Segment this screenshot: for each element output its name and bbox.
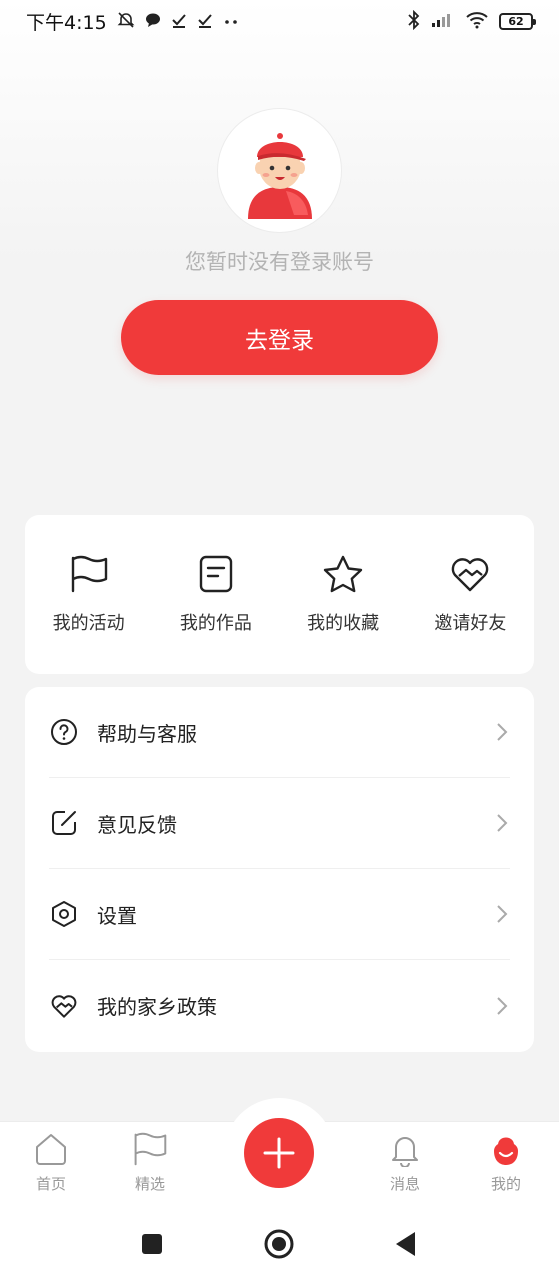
avatar[interactable]: [217, 108, 342, 233]
tab-label: 精选: [134, 1175, 165, 1193]
tab-home[interactable]: 首页: [11, 1131, 91, 1194]
chevron-right-icon: [497, 996, 508, 1015]
menu-label: 帮助与客服: [97, 721, 197, 746]
tab-label: 首页: [35, 1175, 66, 1193]
heart-handshake-icon: [449, 553, 491, 595]
status-time: 下午4:15: [26, 11, 107, 34]
plus-icon: [263, 1137, 295, 1169]
menu-label: 意见反馈: [97, 812, 177, 837]
tab-messages[interactable]: 消息: [365, 1131, 445, 1194]
check-icon: [197, 12, 213, 31]
chevron-right-icon: [497, 723, 508, 741]
more-dots-icon: [223, 13, 239, 29]
chevron-right-icon: [497, 814, 508, 832]
flag-icon: [134, 1132, 167, 1166]
help-circle-icon: [49, 717, 79, 747]
tab-label: 我的: [490, 1175, 521, 1193]
invite-friends-button[interactable]: 邀请好友: [407, 515, 534, 674]
back-button[interactable]: [390, 1228, 422, 1260]
login-hint-text: 您暂时没有登录账号: [185, 250, 374, 274]
bluetooth-icon: [407, 9, 421, 33]
create-button[interactable]: [244, 1118, 314, 1188]
bell-icon: [392, 1137, 418, 1167]
menu-item-feedback[interactable]: 意见反馈: [49, 778, 510, 869]
status-left: 下午4:15: [26, 8, 239, 35]
status-bar: 下午4:15 62: [0, 0, 559, 42]
my-works-button[interactable]: 我的作品: [152, 515, 279, 674]
recents-button[interactable]: [136, 1228, 168, 1260]
profile-icon: [494, 1137, 518, 1165]
login-button[interactable]: 去登录: [121, 300, 438, 375]
tab-mine[interactable]: 我的: [466, 1131, 546, 1194]
battery-level: 62: [508, 14, 524, 28]
settings-hexagon-icon: [49, 899, 79, 929]
chevron-right-icon: [497, 905, 508, 923]
wifi-icon: [465, 11, 489, 32]
menu-card: 帮助与客服 意见反馈 设置 我的家乡政策: [25, 687, 534, 1052]
action-label: 我的活动: [52, 613, 125, 634]
back-triangle-icon: [396, 1232, 415, 1256]
menu-item-help[interactable]: 帮助与客服: [49, 687, 510, 778]
tab-featured[interactable]: 精选: [110, 1131, 190, 1194]
document-icon: [195, 553, 237, 595]
star-icon: [322, 553, 364, 595]
home-icon: [36, 1134, 66, 1165]
battery-icon: 62: [499, 12, 536, 30]
user-avatar-icon: [247, 132, 312, 219]
action-label: 邀请好友: [434, 613, 507, 634]
signal-icon: [431, 12, 455, 31]
menu-item-settings[interactable]: 设置: [49, 869, 510, 960]
heart-handshake-icon: [49, 991, 79, 1021]
status-right: 62: [407, 9, 536, 33]
menu-item-hometown-policy[interactable]: 我的家乡政策: [49, 960, 510, 1051]
chat-bubble-icon: [145, 12, 161, 31]
edit-icon: [49, 808, 79, 838]
circle-home-icon: [264, 1229, 294, 1259]
action-label: 我的作品: [179, 613, 252, 634]
menu-label: 设置: [97, 903, 137, 928]
flag-icon: [68, 553, 110, 595]
home-system-button[interactable]: [263, 1228, 295, 1260]
mute-icon: [117, 11, 135, 32]
square-icon: [142, 1234, 162, 1254]
tab-label: 消息: [389, 1175, 420, 1193]
check-icon: [171, 12, 187, 31]
action-label: 我的收藏: [307, 613, 380, 634]
my-activities-button[interactable]: 我的活动: [25, 515, 152, 674]
menu-label: 我的家乡政策: [97, 995, 217, 1019]
quick-actions-card: 我的活动 我的作品 我的收藏 邀请好友: [25, 515, 534, 674]
my-favorites-button[interactable]: 我的收藏: [280, 515, 407, 674]
